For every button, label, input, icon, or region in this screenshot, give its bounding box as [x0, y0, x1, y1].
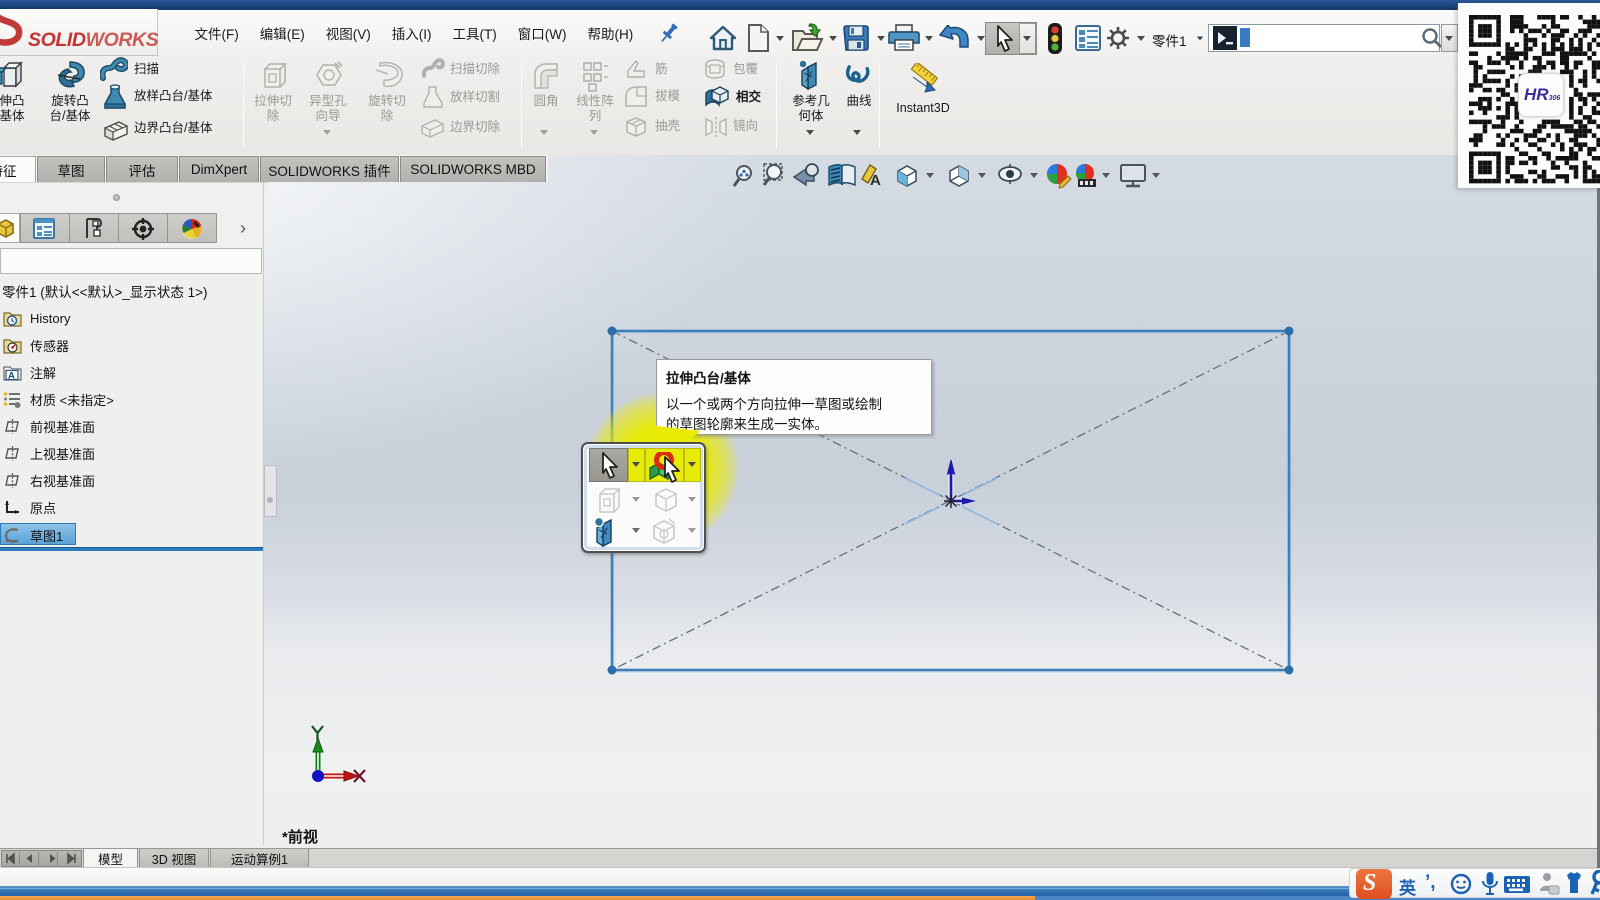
svg-text:A: A [870, 172, 881, 189]
svg-text:*前视: *前视 [282, 828, 318, 846]
